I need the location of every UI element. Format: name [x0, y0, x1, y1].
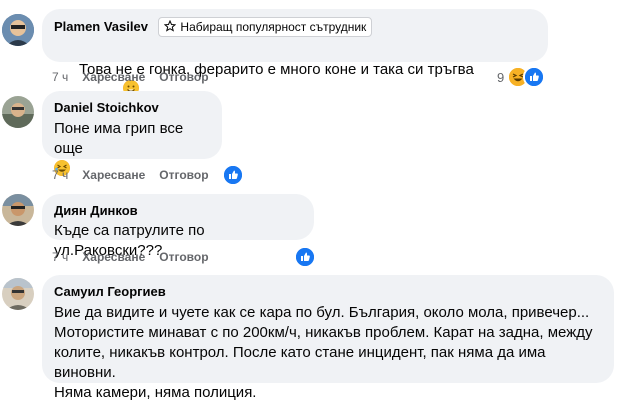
badge-label: Набиращ популярност сътрудник: [180, 20, 367, 34]
reaction-summary[interactable]: 9: [497, 66, 546, 88]
like-link[interactable]: Харесване: [82, 70, 145, 84]
comment-bubble: Plamen Vasilev Набиращ популярност сътру…: [42, 9, 548, 156]
avatar[interactable]: [2, 96, 34, 128]
status-badge: Набиращ популярност сътрудник: [158, 17, 373, 37]
comment-actions: 7 ч Харесване Отговор: [52, 70, 209, 84]
avatar[interactable]: [2, 14, 34, 46]
like-link[interactable]: Харесване: [82, 168, 145, 182]
reaction-count: 9: [497, 69, 505, 85]
reaction-summary[interactable]: [294, 246, 316, 268]
reply-link[interactable]: Отговор: [159, 168, 208, 182]
comment-actions: 7 ч Харесване Отговор: [52, 168, 209, 182]
like-link[interactable]: Харесване: [82, 250, 145, 264]
star-badge-icon: [164, 19, 177, 35]
reply-link[interactable]: Отговор: [159, 250, 208, 264]
comment-author[interactable]: Диян Динков: [54, 203, 138, 219]
avatar[interactable]: [2, 194, 34, 226]
like-icon: [294, 246, 316, 268]
comment-time[interactable]: 7 ч: [52, 168, 68, 182]
like-icon: [222, 164, 244, 186]
comment-bubble: Диян Динков Къде са патрулите по ул.Рако…: [42, 194, 314, 259]
comment-bubble: Daniel Stoichkov Поне има грип все още: [42, 91, 222, 176]
reaction-summary[interactable]: [222, 164, 244, 186]
previous-comment-fragment: [0, 0, 644, 2]
like-icon: [523, 66, 546, 88]
reply-link[interactable]: Отговор: [159, 70, 208, 84]
comment-text: Вие да видите и чуете как се кара по бул…: [54, 304, 593, 401]
comment-actions: 7 ч Харесване Отговор: [52, 250, 209, 264]
avatar[interactable]: [2, 278, 34, 310]
comment-bubble: Самуил Георгиев Вие да видите и чуете ка…: [42, 275, 614, 401]
comment-time[interactable]: 7 ч: [52, 250, 68, 264]
comment-time[interactable]: 7 ч: [52, 70, 68, 84]
comment-author[interactable]: Daniel Stoichkov: [54, 100, 159, 116]
comment-author[interactable]: Самуил Георгиев: [54, 284, 166, 300]
comment-text: Поне има грип все още: [54, 120, 188, 157]
comment-author[interactable]: Plamen Vasilev: [54, 19, 148, 35]
